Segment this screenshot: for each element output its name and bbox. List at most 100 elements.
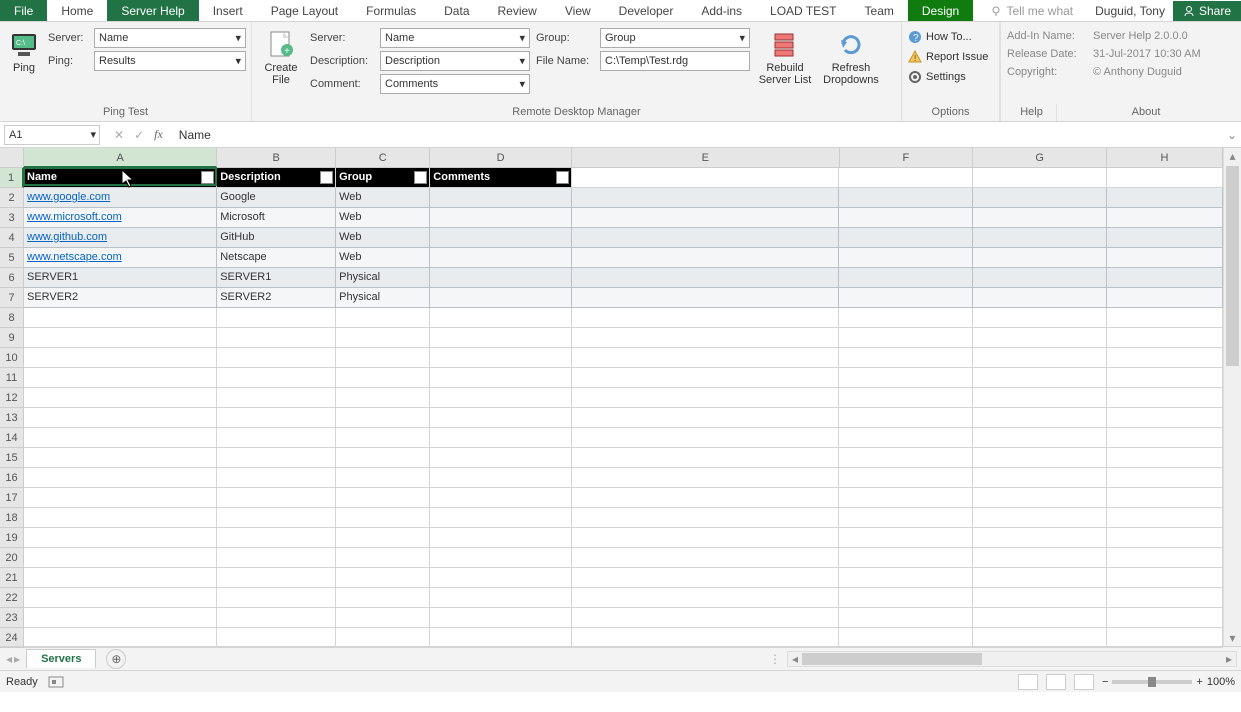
tab-page-layout[interactable]: Page Layout [257,0,352,21]
cell-name[interactable]: www.github.com [24,228,217,248]
cell[interactable] [24,468,217,488]
filter-icon[interactable]: ▾ [320,171,333,184]
cell[interactable] [217,368,336,388]
cell[interactable] [217,528,336,548]
cell-name[interactable]: SERVER2 [24,288,217,308]
row-header-17[interactable]: 17 [0,488,24,508]
cell[interactable] [839,228,973,248]
row-header-23[interactable]: 23 [0,608,24,628]
cell-group[interactable]: Web [336,228,430,248]
cell[interactable] [572,348,840,368]
cell[interactable] [336,628,430,648]
row-header-19[interactable]: 19 [0,528,24,548]
filter-icon[interactable]: ▾ [201,171,214,184]
table-header-comments[interactable]: Comments▾ [430,168,572,188]
cell-comments[interactable] [430,208,572,228]
cell[interactable] [839,288,973,308]
cell[interactable] [973,228,1107,248]
cell[interactable] [839,308,973,328]
row-header-8[interactable]: 8 [0,308,24,328]
cell[interactable] [217,448,336,468]
tab-data[interactable]: Data [430,0,483,21]
col-header-B[interactable]: B [217,148,336,168]
cell-desc[interactable]: Microsoft [217,208,336,228]
cell[interactable] [1107,368,1223,388]
cell[interactable] [24,508,217,528]
rdm-filename-input[interactable]: C:\Temp\Test.rdg [600,51,750,71]
cell-group[interactable]: Web [336,208,430,228]
cell[interactable] [430,308,572,328]
scroll-right-icon[interactable]: ▸ [1222,652,1236,666]
cell[interactable] [336,368,430,388]
cell[interactable] [24,628,217,648]
refresh-button[interactable]: Refresh Dropdowns [820,26,882,88]
cell[interactable] [24,548,217,568]
cell[interactable] [1107,288,1223,308]
cell-name[interactable]: www.microsoft.com [24,208,217,228]
select-all-corner[interactable] [0,148,24,168]
cell[interactable] [24,608,217,628]
filter-icon[interactable]: ▾ [414,171,427,184]
row-header-21[interactable]: 21 [0,568,24,588]
zoom-level[interactable]: 100% [1207,676,1235,688]
rdm-group-dropdown[interactable]: Group▾ [600,28,750,48]
cell[interactable] [839,188,973,208]
cell[interactable] [572,408,840,428]
cell[interactable] [973,448,1107,468]
table-header-description[interactable]: Description▾ [217,168,336,188]
row-header-6[interactable]: 6 [0,268,24,288]
cell[interactable] [336,588,430,608]
rebuild-button[interactable]: Rebuild Server List [756,26,814,88]
cell-desc[interactable]: SERVER2 [217,288,336,308]
cell[interactable] [24,448,217,468]
cell[interactable] [24,408,217,428]
cell[interactable] [572,388,840,408]
cell[interactable] [336,488,430,508]
cell[interactable] [973,328,1107,348]
cell[interactable] [839,588,973,608]
cell[interactable] [336,508,430,528]
cell[interactable] [1107,608,1223,628]
cell[interactable] [430,348,572,368]
rdm-server-dropdown[interactable]: Name▾ [380,28,530,48]
cell[interactable] [430,488,572,508]
cell[interactable] [839,328,973,348]
sheet-tab-servers[interactable]: Servers [26,649,96,668]
cell[interactable] [430,448,572,468]
view-normal-button[interactable] [1018,674,1038,690]
cell[interactable] [24,588,217,608]
row-header-16[interactable]: 16 [0,468,24,488]
cell[interactable] [336,328,430,348]
cell[interactable] [839,608,973,628]
cell[interactable] [839,488,973,508]
macro-record-icon[interactable] [48,676,64,688]
cell[interactable] [572,248,840,268]
cell[interactable] [336,408,430,428]
share-button[interactable]: Share [1173,1,1241,21]
cell[interactable] [217,468,336,488]
cell[interactable] [430,608,572,628]
cell[interactable] [430,428,572,448]
cell[interactable] [1107,528,1223,548]
cell[interactable] [336,448,430,468]
cell[interactable] [217,308,336,328]
user-name[interactable]: Duguid, Tony [1087,1,1173,21]
cell[interactable] [572,168,840,188]
cell[interactable] [572,588,840,608]
row-header-11[interactable]: 11 [0,368,24,388]
tab-review[interactable]: Review [484,0,551,21]
cell[interactable] [973,308,1107,328]
cell[interactable] [572,288,840,308]
ping-dropdown[interactable]: Results▾ [94,51,246,71]
cell[interactable] [839,208,973,228]
cell-desc[interactable]: GitHub [217,228,336,248]
cell[interactable] [973,588,1107,608]
cell[interactable] [217,568,336,588]
cell-desc[interactable]: Google [217,188,336,208]
cell[interactable] [572,328,840,348]
cell[interactable] [1107,568,1223,588]
cell[interactable] [572,468,840,488]
cell[interactable] [973,208,1107,228]
cell[interactable] [1107,508,1223,528]
cell[interactable] [1107,468,1223,488]
